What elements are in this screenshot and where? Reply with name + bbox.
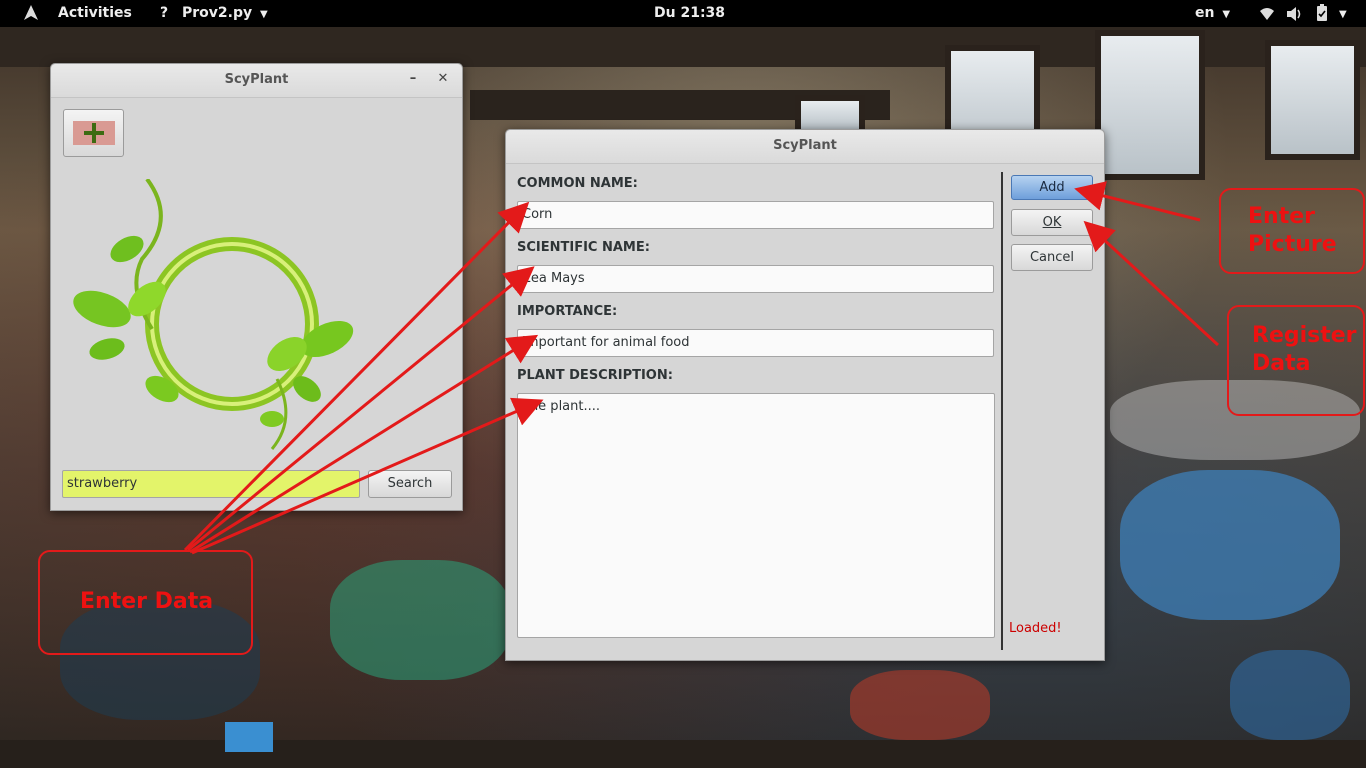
- annotation-enter-picture-line2: Picture: [1248, 232, 1337, 257]
- annotation-register-data-line2: Data: [1252, 351, 1311, 376]
- annotation-enter-data: Enter Data: [80, 589, 214, 614]
- annotation-register-data-line1: Register: [1252, 323, 1357, 348]
- annotation-enter-picture-line1: Enter: [1248, 204, 1315, 229]
